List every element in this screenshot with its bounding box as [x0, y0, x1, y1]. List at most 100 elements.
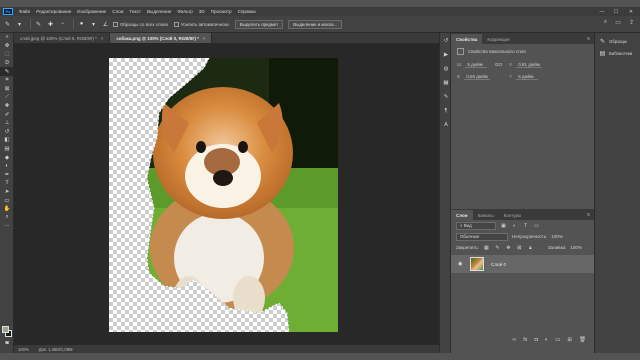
- kind-filter-dropdown[interactable]: ⌕ Вид: [456, 221, 496, 230]
- tab-properties[interactable]: Свойства: [451, 34, 483, 44]
- history-brush-tool-icon[interactable]: ↺: [0, 128, 14, 137]
- more-tools-icon[interactable]: ···: [0, 222, 14, 231]
- x-value[interactable]: 0,81 дюйм: [516, 62, 542, 68]
- hand-tool-icon[interactable]: ✋: [0, 205, 14, 214]
- eye-icon[interactable]: ◉: [458, 261, 466, 267]
- crop-tool-icon[interactable]: ⌗: [0, 76, 14, 85]
- menu-layers[interactable]: Слои: [109, 9, 126, 14]
- y-field[interactable]: Y 5 дюйм: [509, 74, 539, 80]
- adjustment-layer-icon[interactable]: ◐: [545, 337, 548, 346]
- collapse-toolbar-icon[interactable]: »: [0, 33, 14, 42]
- brush-settings-chevron-icon[interactable]: ▾: [89, 20, 98, 29]
- eraser-tool-icon[interactable]: ◧: [0, 136, 14, 145]
- pen-tool-icon[interactable]: ✒: [0, 171, 14, 180]
- maximize-button[interactable]: ☐: [610, 7, 622, 16]
- new-group-icon[interactable]: ▭: [555, 337, 560, 346]
- tab-layers[interactable]: Слои: [451, 210, 473, 220]
- menu-view[interactable]: Просмотр: [208, 9, 235, 14]
- panel-menu-icon[interactable]: ≡: [587, 36, 590, 42]
- foreground-color-swatch[interactable]: [2, 326, 9, 333]
- rectangle-tool-icon[interactable]: ▭: [0, 196, 14, 205]
- x-field[interactable]: X 0,81 дюйм: [509, 62, 542, 68]
- zoom-tool-icon[interactable]: ⌕: [0, 213, 14, 222]
- workspace-icon[interactable]: ▭: [615, 19, 621, 26]
- close-tab-icon[interactable]: ×: [101, 36, 104, 41]
- sample-all-layers-checkbox[interactable]: [113, 21, 118, 27]
- libraries-panel-button[interactable]: ▤ Библиотеки: [595, 45, 640, 57]
- search-icon[interactable]: ⌕: [604, 19, 607, 26]
- lasso-tool-icon[interactable]: ᘐ: [0, 59, 14, 68]
- type-tool-icon[interactable]: T: [0, 179, 14, 188]
- quick-selection-tool-icon[interactable]: ✎: [0, 67, 14, 76]
- layer-style-icon[interactable]: fx: [523, 337, 527, 346]
- menu-filter[interactable]: Фильтр: [174, 9, 195, 14]
- menu-file[interactable]: Файл: [16, 9, 33, 14]
- samples-panel-button[interactable]: ✎ Образцы: [595, 33, 640, 45]
- filter-pixel-icon[interactable]: ▣: [500, 222, 507, 229]
- share-icon[interactable]: ⇪: [629, 19, 634, 26]
- select-and-mask-button[interactable]: Выделение и маска...: [288, 19, 343, 29]
- menu-help[interactable]: Справка: [235, 9, 259, 14]
- clone-stamp-tool-icon[interactable]: ⊥: [0, 119, 14, 128]
- add-selection-icon[interactable]: ✚: [46, 20, 55, 29]
- lock-all-icon[interactable]: 🔒︎: [527, 244, 534, 251]
- tab-adjustments[interactable]: Коррекция: [482, 34, 514, 44]
- zoom-level[interactable]: 100%: [18, 347, 29, 352]
- menu-text[interactable]: Текст: [126, 9, 144, 14]
- minimize-button[interactable]: —: [596, 7, 608, 16]
- lock-artboard-icon[interactable]: ⊠: [516, 244, 523, 251]
- blur-tool-icon[interactable]: ◆: [0, 153, 14, 162]
- subtract-selection-icon[interactable]: −: [58, 20, 67, 29]
- angle-icon[interactable]: ∠: [101, 20, 110, 29]
- layer-name[interactable]: Слой 0: [491, 262, 506, 267]
- quick-mask-icon[interactable]: ◙: [0, 339, 14, 348]
- marquee-tool-icon[interactable]: ⬚: [0, 50, 14, 59]
- menu-image[interactable]: Изображение: [74, 9, 109, 14]
- lock-transparent-icon[interactable]: ▦: [483, 244, 490, 251]
- opacity-value[interactable]: 100%: [551, 234, 563, 239]
- eyedropper-tool-icon[interactable]: ⟋: [0, 93, 14, 102]
- healing-brush-tool-icon[interactable]: ✚: [0, 102, 14, 111]
- document-canvas[interactable]: [109, 58, 338, 332]
- add-mask-icon[interactable]: ◘: [535, 337, 538, 346]
- filter-adjustment-icon[interactable]: ◐: [511, 222, 518, 229]
- brush-tool-icon[interactable]: ✐: [0, 110, 14, 119]
- fill-value[interactable]: 100%: [570, 245, 582, 250]
- close-tab-icon[interactable]: ×: [203, 36, 206, 41]
- filter-type-icon[interactable]: T: [522, 222, 529, 229]
- trash-icon[interactable]: 🗑︎: [579, 337, 586, 346]
- lock-pixels-icon[interactable]: ✎: [494, 244, 501, 251]
- new-selection-icon[interactable]: ✎: [34, 20, 43, 29]
- blend-mode-dropdown[interactable]: Обычные: [456, 232, 508, 241]
- width-field[interactable]: Ш 5 дюйм: [457, 62, 488, 68]
- frame-tool-icon[interactable]: ⊠: [0, 85, 14, 94]
- tab-paths[interactable]: Контуры: [499, 210, 527, 220]
- dodge-tool-icon[interactable]: ◐: [0, 162, 14, 171]
- lock-position-icon[interactable]: ✥: [505, 244, 512, 251]
- auto-enhance-checkbox[interactable]: [173, 21, 179, 27]
- panel-menu-icon[interactable]: ≡: [587, 212, 590, 218]
- layer-row[interactable]: ◉ Слой 0: [451, 255, 594, 273]
- height-value[interactable]: 0,69 дюйм: [464, 74, 490, 80]
- y-value[interactable]: 5 дюйм: [516, 74, 539, 80]
- canvas-area[interactable]: [14, 43, 439, 345]
- quick-selection-tool-icon[interactable]: ✎: [3, 20, 12, 29]
- filter-shape-icon[interactable]: ▭: [533, 222, 540, 229]
- brush-size-icon[interactable]: ●: [77, 20, 86, 29]
- tab-channels[interactable]: Каналы: [473, 210, 499, 220]
- move-tool-icon[interactable]: ✥: [0, 42, 14, 51]
- tab-document-2[interactable]: собака.png @ 100% (Слой 0, RGB/8#) * ×: [110, 33, 213, 43]
- gradient-tool-icon[interactable]: ▤: [0, 145, 14, 154]
- width-value[interactable]: 5 дюйм: [465, 62, 488, 68]
- link-dimensions-button[interactable]: GO: [495, 62, 502, 67]
- close-window-button[interactable]: ✕: [625, 7, 637, 16]
- new-layer-icon[interactable]: ⊞: [567, 337, 572, 346]
- path-selection-tool-icon[interactable]: ➤: [0, 188, 14, 197]
- link-layers-icon[interactable]: ∞: [512, 337, 516, 346]
- menu-edit[interactable]: Редактирование: [33, 9, 74, 14]
- menu-select[interactable]: Выделение: [144, 9, 174, 14]
- tool-preset-chevron-icon[interactable]: ▾: [15, 20, 24, 29]
- height-field[interactable]: В 0,69 дюйм: [457, 74, 490, 80]
- select-subject-button[interactable]: Выделить предмет: [234, 19, 284, 29]
- tab-document-1[interactable]: слой.jpeg @ 100% (Слой 0, RGB/8#) * ×: [14, 33, 111, 43]
